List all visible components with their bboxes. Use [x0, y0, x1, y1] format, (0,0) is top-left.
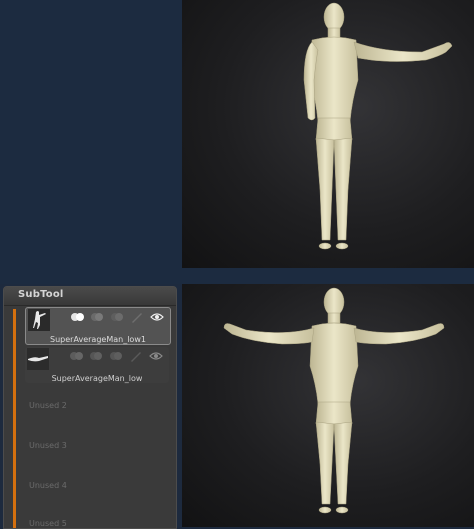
subtool-panel: SubTool SuperAverageMan_low1 SuperAverag… — [3, 286, 177, 529]
unused-slot-label[interactable]: Unused 4 — [29, 481, 67, 490]
section-divider — [0, 268, 474, 284]
subtool-panel-header[interactable]: SubTool — [4, 287, 176, 306]
subtool-item[interactable]: SuperAverageMan_low — [25, 347, 169, 383]
model-figure-bottom — [223, 287, 445, 514]
eye-visibility-icon[interactable] — [149, 350, 163, 362]
panel-title: SubTool — [18, 289, 64, 300]
subtool-item-label: SuperAverageMan_low1 — [50, 335, 146, 344]
merge-toggle-icon[interactable] — [110, 311, 124, 323]
polyframe-toggle-icon[interactable] — [69, 350, 83, 362]
eye-visibility-icon[interactable] — [150, 311, 164, 323]
unused-slot-label[interactable]: Unused 2 — [29, 401, 67, 410]
subtool-thumbnail — [27, 348, 49, 370]
viewport-canvas-top[interactable] — [182, 0, 474, 268]
brush-icon[interactable] — [129, 350, 143, 362]
unused-slot-label[interactable]: Unused 3 — [29, 441, 67, 450]
solo-toggle-icon[interactable] — [89, 350, 103, 362]
subtool-thumbnail — [28, 309, 50, 331]
viewport-canvas-bottom[interactable] — [182, 284, 474, 527]
model-figure-top — [303, 2, 453, 250]
solo-toggle-icon[interactable] — [90, 311, 104, 323]
brush-icon[interactable] — [130, 311, 144, 323]
subtool-item-selected[interactable]: SuperAverageMan_low1 — [25, 307, 171, 345]
polyframe-toggle-icon[interactable] — [70, 311, 84, 323]
merge-toggle-icon[interactable] — [109, 350, 123, 362]
subtool-scrollbar[interactable] — [13, 309, 16, 528]
background-area — [0, 0, 182, 268]
subtool-item-label: SuperAverageMan_low — [51, 374, 143, 383]
